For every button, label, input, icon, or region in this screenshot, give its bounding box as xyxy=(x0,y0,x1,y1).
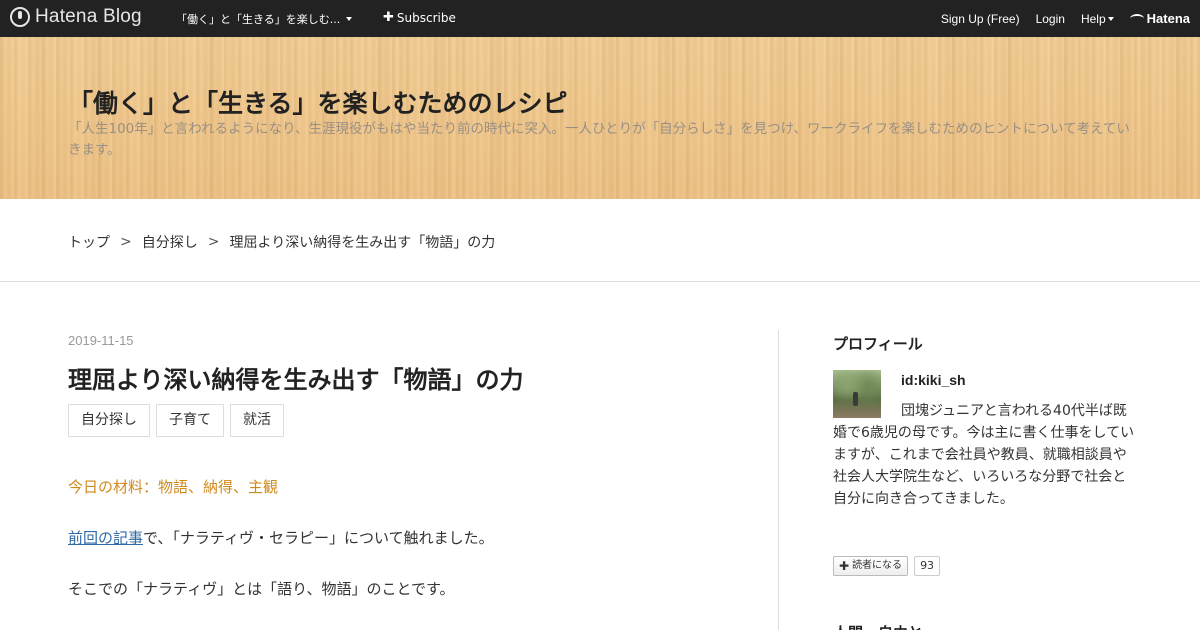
profile-bio-text: 団塊ジュニアと言われる40代半ば既婚で6歳児の母です。今は主に書く仕事をしていま… xyxy=(833,403,1135,507)
tag-list: 自分探し 子育て 就活 xyxy=(68,404,284,437)
breadcrumb-separator: > xyxy=(207,234,220,250)
column-divider xyxy=(778,330,779,630)
blog-title[interactable]: 「働く」と「生きる」を楽しむためのレシピ xyxy=(68,84,568,120)
tag-link[interactable]: 自分探し xyxy=(68,404,150,437)
blog-name-label: 「働く」と「生きる」を楽しむ... xyxy=(176,13,341,26)
breadcrumb-top[interactable]: トップ xyxy=(68,232,110,252)
paragraph: そこでの「ナラティヴ」とは「語り、物語」のことです。 xyxy=(68,580,455,598)
breadcrumb-current[interactable]: 理屈より深い納得を生み出す「物語」の力 xyxy=(229,232,495,252)
blog-description: 「人生100年」と言われるようになり、生涯現役がもはや当たり前の時代に突入。一人… xyxy=(68,121,1130,158)
blog-name-menu[interactable]: 「働く」と「生きる」を楽しむ... xyxy=(176,11,353,27)
post-date[interactable]: 2019-11-15 xyxy=(68,333,134,348)
subscribe-label: Subscribe xyxy=(396,10,456,25)
navbar-right: Sign Up (Free) Login Help Hatena xyxy=(941,11,1190,26)
breadcrumb-separator: > xyxy=(120,234,132,250)
follower-count: 93 xyxy=(914,556,941,576)
breadcrumb-category[interactable]: 自分探し xyxy=(142,232,198,252)
hatena-brand-link[interactable]: Hatena xyxy=(1129,11,1190,26)
follow-label: 読者になる xyxy=(852,560,903,571)
subscribe-button[interactable]: ✚ Subscribe xyxy=(383,10,456,25)
caret-down-icon xyxy=(1107,17,1114,22)
top-navbar: Hatena Blog 「働く」と「生きる」を楽しむ... ✚ Subscrib… xyxy=(0,0,1200,37)
previous-article-link[interactable]: 前回の記事 xyxy=(68,529,143,547)
logo-text: Hatena Blog xyxy=(35,6,142,27)
paragraph-text: で、「ナラティヴ・セラピー」について触れました。 xyxy=(143,529,494,547)
profile-heading: プロフィール xyxy=(833,335,923,353)
signup-link[interactable]: Sign Up (Free) xyxy=(941,12,1020,26)
hatena-blog-logo[interactable]: Hatena Blog xyxy=(10,6,142,28)
profile-id-link[interactable]: id:kiki_sh xyxy=(901,372,966,388)
materials-line: 今日の材料：物語、納得、主観 xyxy=(68,478,279,496)
post-title[interactable]: 理屈より深い納得を生み出す「物語」の力 xyxy=(68,360,524,395)
caret-down-icon xyxy=(346,17,353,21)
tag-link[interactable]: 子育て xyxy=(156,404,224,437)
profile-bio: 団塊ジュニアと言われる40代半ば既婚で6歳児の母です。今は主に書く仕事をしていま… xyxy=(833,400,1138,510)
help-label: Help xyxy=(1080,11,1106,26)
plus-icon: ✚ xyxy=(383,10,394,25)
tag-link[interactable]: 就活 xyxy=(230,404,284,437)
paragraph: 前回の記事で、「ナラティヴ・セラピー」について触れました。 xyxy=(68,527,494,548)
section-heading: 人間・自由と xyxy=(833,622,923,630)
hatena-blog-logo-icon xyxy=(10,7,30,27)
hatena-brand-label: Hatena xyxy=(1146,11,1190,26)
hatena-wings-icon xyxy=(1129,14,1144,23)
header-divider xyxy=(0,281,1200,282)
breadcrumb: トップ > 自分探し > 理屈より深い納得を生み出す「物語」の力 xyxy=(68,232,495,252)
help-menu[interactable]: Help xyxy=(1081,12,1114,26)
follow-widget: ✚ 読者になる 93 xyxy=(833,556,941,576)
login-link[interactable]: Login xyxy=(1036,12,1065,26)
plus-icon: ✚ xyxy=(839,559,850,573)
follow-button[interactable]: ✚ 読者になる xyxy=(833,556,909,576)
